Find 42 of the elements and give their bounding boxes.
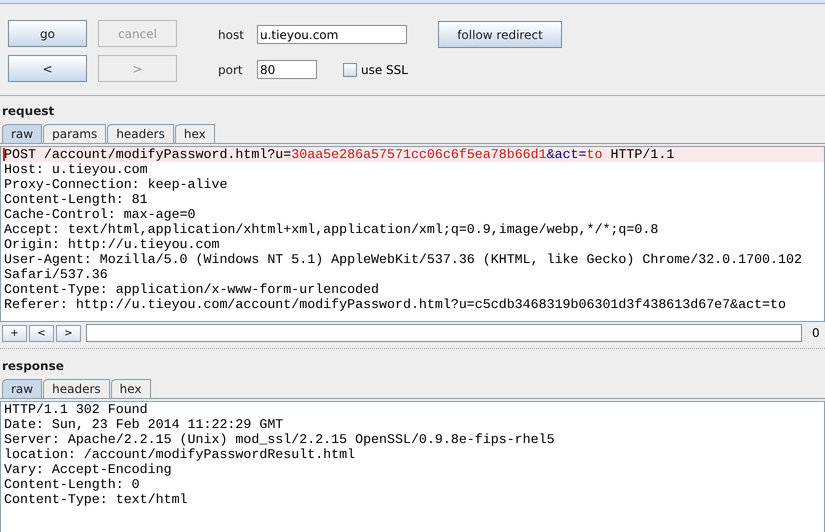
host-field[interactable]: u.tieyou.com: [257, 25, 407, 44]
code-line: Host: u.tieyou.com: [3, 162, 149, 177]
code-line: Date: Sun, 23 Feb 2014 11:22:29 GMT: [3, 417, 284, 432]
code-line: Content-Type: text/html: [3, 492, 189, 507]
follow-redirect-button[interactable]: follow redirect: [438, 21, 562, 48]
code-line: HTTP/1.1 302 Found: [3, 402, 149, 417]
code-line: Safari/537.36: [3, 267, 109, 282]
code-line: Vary: Accept-Encoding: [3, 462, 173, 477]
use-ssl-label: use SSL: [361, 62, 408, 76]
code-line: Content-Type: application/x-www-form-urlencoded: [3, 282, 380, 297]
port-label: port: [218, 62, 244, 76]
tab[interactable]: headers: [107, 124, 174, 143]
add-button[interactable]: +: [2, 324, 27, 342]
request-editor[interactable]: [0, 146, 825, 322]
previous-button[interactable]: <: [29, 324, 54, 342]
match-count: 0: [812, 326, 820, 340]
text-caret: [3, 148, 5, 161]
tab[interactable]: hex: [110, 379, 151, 398]
back-button[interactable]: <: [8, 55, 87, 82]
code-line: Accept: text/html,application/xhtml+xml,application/xml;q=0.9,image/webp,*/*;q=0.8: [3, 222, 660, 237]
code-line: Server: Apache/2.2.15 (Unix) mod_ssl/2.2.15 OpenSSL/0.9.8e-fips-rhel5: [3, 432, 556, 447]
tab[interactable]: raw: [2, 124, 42, 143]
use-ssl-checkbox[interactable]: [343, 62, 357, 76]
code-line: Origin: http://u.tieyou.com: [3, 237, 220, 252]
section-title: response: [1, 358, 65, 375]
tab[interactable]: hex: [174, 124, 215, 143]
code-line: Proxy-Connection: keep-alive: [3, 177, 228, 192]
code-line: Content-Length: 81: [3, 192, 149, 207]
code-line: Content-Length: 0: [3, 477, 141, 492]
tab[interactable]: params: [43, 124, 106, 143]
tab[interactable]: raw: [2, 379, 42, 398]
code-line: location: /account/modifyPasswordResult.html: [3, 447, 356, 462]
go-button[interactable]: go: [8, 20, 87, 47]
port-field[interactable]: 80: [257, 60, 317, 79]
next-button[interactable]: >: [56, 324, 81, 342]
host-label: host: [218, 28, 245, 42]
tab[interactable]: headers: [43, 379, 110, 398]
code-line: Cache-Control: max-age=0: [3, 207, 197, 222]
code-line: Referer: http://u.tieyou.com/account/modifyPassword.html?u=c5cdb3468319b06301d3f438613d67e7&act=to: [3, 297, 787, 312]
search-field[interactable]: [86, 324, 802, 342]
section-title: request: [1, 103, 56, 120]
code-line: User-Agent: Mozilla/5.0 (Windows NT 5.1) AppleWebKit/537.36 (KHTML, like Gecko) Chrome/32.0.1700.102: [3, 252, 803, 267]
